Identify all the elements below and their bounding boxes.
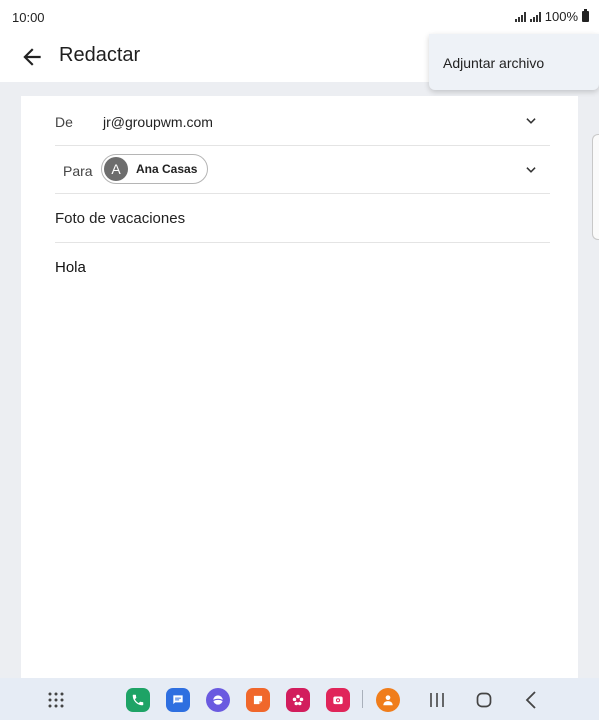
- divider: [55, 193, 550, 194]
- signal-icon: [529, 11, 541, 22]
- contacts-icon[interactable]: [376, 688, 400, 712]
- dock-divider: [362, 690, 363, 708]
- signal-icon: [514, 11, 526, 22]
- notes-icon[interactable]: [246, 688, 270, 712]
- from-row: De jr@groupwm.com: [55, 96, 550, 146]
- page-title: Redactar: [59, 44, 141, 66]
- apps-grid-icon[interactable]: [44, 688, 68, 712]
- navigation-bar: [0, 678, 599, 720]
- phone-icon[interactable]: [126, 688, 150, 712]
- subject-field[interactable]: Foto de vacaciones: [55, 210, 185, 227]
- gallery-icon[interactable]: [286, 688, 310, 712]
- recipient-chip[interactable]: A Ana Casas: [101, 154, 209, 184]
- messages-icon[interactable]: [166, 688, 190, 712]
- edge-panel-handle[interactable]: [592, 134, 599, 240]
- status-time: 10:00: [12, 10, 45, 25]
- from-account[interactable]: jr@groupwm.com: [103, 114, 213, 130]
- overflow-menu: Adjuntar archivo: [429, 34, 599, 90]
- status-indicators: 100%: [514, 9, 589, 24]
- chevron-down-icon[interactable]: [524, 114, 538, 128]
- battery-icon: [582, 9, 589, 22]
- to-label: Para: [63, 163, 93, 179]
- recipient-name: Ana Casas: [136, 162, 198, 176]
- home-icon[interactable]: [472, 688, 496, 712]
- compose-form: De jr@groupwm.com Para A Ana Casas Foto …: [21, 96, 578, 678]
- back-icon[interactable]: [520, 688, 544, 712]
- divider: [55, 242, 550, 243]
- internet-icon[interactable]: [206, 688, 230, 712]
- chevron-down-icon[interactable]: [524, 163, 538, 177]
- recents-icon[interactable]: [425, 688, 449, 712]
- from-label: De: [55, 114, 73, 130]
- battery-percent: 100%: [544, 9, 578, 24]
- status-bar: 10:00 100%: [0, 0, 599, 34]
- menu-item-attach-file[interactable]: Adjuntar archivo: [443, 55, 544, 71]
- avatar: A: [104, 157, 128, 181]
- back-arrow-icon[interactable]: [19, 44, 45, 70]
- body-field[interactable]: Hola: [55, 259, 86, 276]
- camera-icon[interactable]: [326, 688, 350, 712]
